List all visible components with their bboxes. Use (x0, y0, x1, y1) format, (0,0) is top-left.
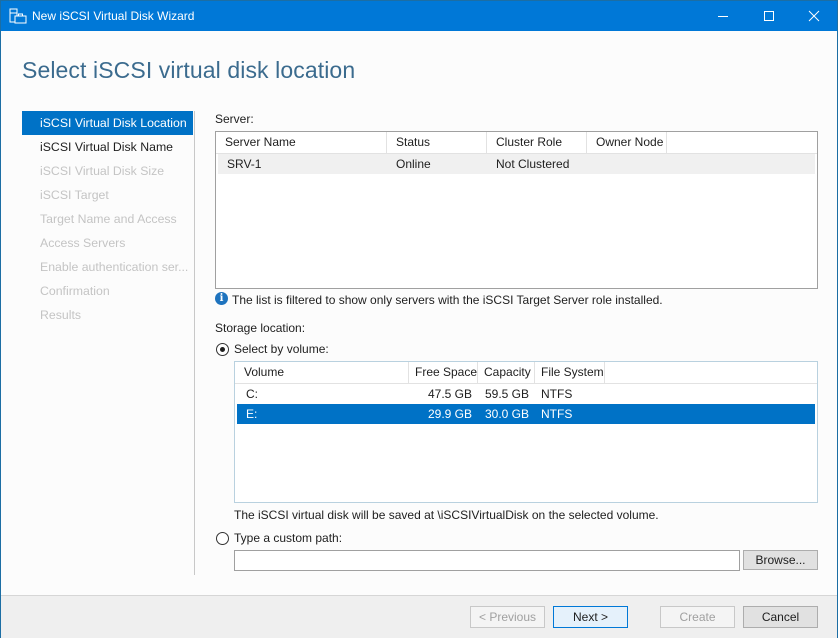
create-button[interactable]: Create (660, 606, 735, 628)
volume-row-selected[interactable]: E: 29.9 GB 30.0 GB NTFS (237, 404, 815, 424)
column-header-file-system[interactable]: File System (535, 362, 605, 383)
file-system-cell: NTFS (541, 387, 573, 401)
server-list-header: Server Name Status Cluster Role Owner No… (216, 132, 817, 154)
nav-step-confirmation: Confirmation (40, 284, 110, 298)
column-header-free-space[interactable]: Free Space (409, 362, 478, 383)
server-label: Server: (215, 112, 254, 126)
close-button[interactable] (791, 1, 837, 31)
window-title: New iSCSI Virtual Disk Wizard (32, 9, 195, 23)
title-bar: New iSCSI Virtual Disk Wizard (1, 1, 837, 31)
free-space-cell: 29.9 GB (427, 407, 472, 421)
nav-step-target-name-access: Target Name and Access (40, 212, 177, 226)
custom-path-input[interactable] (234, 550, 740, 571)
server-status-cell: Online (396, 157, 431, 171)
nav-step-virtual-disk-size: iSCSI Virtual Disk Size (40, 164, 165, 178)
nav-step-access-servers: Access Servers (40, 236, 126, 250)
server-owner-node-cell (587, 154, 815, 174)
server-row[interactable]: SRV-1 Online Not Clustered (218, 154, 815, 174)
cancel-button[interactable]: Cancel (743, 606, 818, 628)
volume-list[interactable]: Volume Free Space Capacity File System C… (234, 361, 818, 503)
nav-step-enable-authentication: Enable authentication ser... (40, 260, 189, 274)
storage-location-label: Storage location: (215, 321, 306, 335)
column-header-owner-node[interactable]: Owner Node (587, 132, 667, 153)
server-filter-info: The list is filtered to show only server… (232, 293, 663, 307)
previous-button[interactable]: < Previous (470, 606, 545, 628)
minimize-button[interactable] (700, 1, 746, 31)
select-by-volume-label[interactable]: Select by volume: (234, 342, 329, 356)
close-icon (808, 10, 820, 22)
column-header-volume[interactable]: Volume (235, 362, 409, 383)
nav-step-iscsi-target: iSCSI Target (40, 188, 109, 202)
maximize-icon (764, 11, 774, 21)
save-location-note: The iSCSI virtual disk will be saved at … (234, 508, 659, 522)
server-name-cell: SRV-1 (227, 157, 262, 171)
column-header-cluster-role[interactable]: Cluster Role (487, 132, 587, 153)
capacity-cell: 30.0 GB (484, 407, 529, 421)
custom-path-radio[interactable] (216, 532, 229, 545)
next-button[interactable]: Next > (553, 606, 628, 628)
browse-button[interactable]: Browse... (743, 550, 818, 570)
minimize-icon (718, 16, 728, 17)
nav-step-virtual-disk-name[interactable]: iSCSI Virtual Disk Name (22, 135, 193, 159)
volume-row[interactable]: C: 47.5 GB 59.5 GB NTFS (237, 384, 815, 404)
column-header-server-name[interactable]: Server Name (216, 132, 387, 153)
free-space-cell: 47.5 GB (427, 387, 472, 401)
maximize-button[interactable] (746, 1, 792, 31)
wizard-app-icon (9, 8, 27, 24)
nav-step-virtual-disk-location[interactable]: iSCSI Virtual Disk Location (22, 111, 193, 135)
select-by-volume-radio[interactable] (216, 343, 229, 356)
volume-cell: E: (246, 407, 258, 421)
server-list[interactable]: Server Name Status Cluster Role Owner No… (215, 131, 818, 289)
nav-divider (194, 111, 195, 575)
server-cluster-role-cell: Not Clustered (496, 157, 570, 171)
nav-step-results: Results (40, 308, 82, 322)
wizard-window: New iSCSI Virtual Disk Wizard Select iSC… (0, 0, 838, 638)
column-header-status[interactable]: Status (387, 132, 487, 153)
volume-list-header: Volume Free Space Capacity File System (235, 362, 817, 384)
info-icon: i (215, 292, 228, 305)
wizard-steps-nav: iSCSI Virtual Disk Location iSCSI Virtua… (22, 111, 193, 327)
capacity-cell: 59.5 GB (484, 387, 529, 401)
custom-path-label[interactable]: Type a custom path: (234, 531, 342, 545)
volume-cell: C: (246, 387, 258, 401)
file-system-cell: NTFS (541, 407, 573, 421)
column-header-capacity[interactable]: Capacity (478, 362, 535, 383)
page-title: Select iSCSI virtual disk location (22, 57, 356, 83)
